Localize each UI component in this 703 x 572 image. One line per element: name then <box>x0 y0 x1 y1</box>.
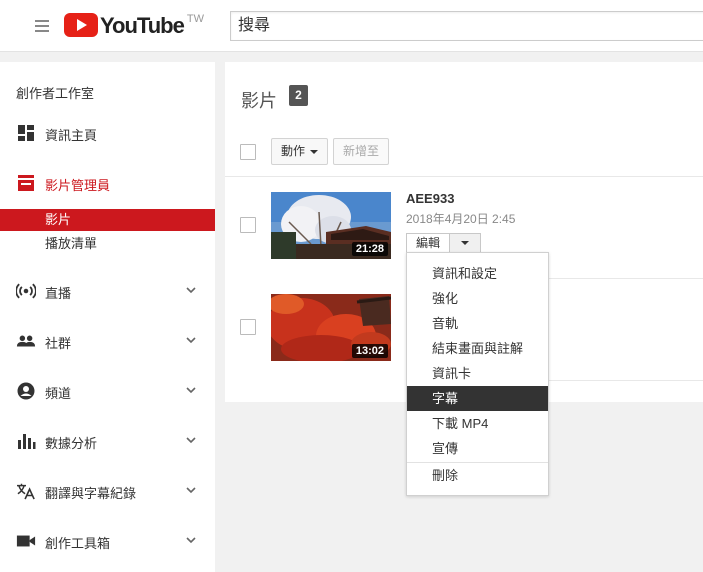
actions-button-label: 動作 <box>281 144 306 158</box>
analytics-icon <box>18 434 36 449</box>
video-duration: 21:28 <box>351 242 388 256</box>
chevron-down-icon[interactable] <box>186 335 196 345</box>
sidebar-subitem-playlists[interactable]: 播放清單 <box>0 233 215 255</box>
menu-item-enhancements[interactable]: 強化 <box>407 286 548 311</box>
sidebar-item-label: 頻道 <box>45 386 72 401</box>
studio-title[interactable]: 創作者工作室 <box>16 83 94 102</box>
menu-item-delete[interactable]: 刪除 <box>407 463 548 488</box>
video-title[interactable]: AEE933 <box>406 191 454 206</box>
play-logo-icon <box>64 13 98 37</box>
caret-down-icon <box>461 241 470 245</box>
logo-region: TW <box>186 13 204 25</box>
sidebar-item-label: 數據分析 <box>45 436 98 451</box>
sidebar-item-create[interactable]: 創作工具箱 <box>0 529 215 553</box>
sidebar-item-label: 創作工具箱 <box>45 536 111 551</box>
sidebar-item-label: 社群 <box>45 336 72 351</box>
search-input[interactable]: 搜尋 <box>230 11 703 41</box>
chevron-down-icon[interactable] <box>186 385 196 395</box>
page-title: 影片 <box>241 91 277 111</box>
video-thumbnail[interactable]: 13:02 <box>271 294 391 361</box>
menu-item-subtitles[interactable]: 字幕 <box>407 386 548 411</box>
chevron-down-icon[interactable] <box>186 485 196 495</box>
menu-item-cards[interactable]: 資訊卡 <box>407 361 548 386</box>
sidebar-item-label: 影片管理員 <box>45 178 111 193</box>
menu-item-info-settings[interactable]: 資訊和設定 <box>407 261 548 286</box>
sidebar-item-channel[interactable]: 頻道 <box>0 379 215 403</box>
live-icon <box>16 283 36 299</box>
chevron-down-icon[interactable] <box>186 535 196 545</box>
actions-button[interactable]: 動作 <box>271 138 329 165</box>
add-to-button[interactable]: 新增至 <box>333 138 390 165</box>
video-count-badge: 2 <box>289 85 308 106</box>
edit-dropdown-menu: 資訊和設定 強化 音軌 結束畫面與註解 資訊卡 字幕 下載 MP4 宣傳 刪除 <box>406 252 549 496</box>
channel-icon <box>17 382 35 400</box>
menu-item-end-screen-annotations[interactable]: 結束畫面與註解 <box>407 336 548 361</box>
logo-text: YouTube <box>100 13 185 38</box>
divider <box>225 176 703 177</box>
edit-button-group: 編輯 <box>406 233 482 253</box>
video-row-checkbox[interactable] <box>240 319 256 335</box>
sidebar-item-translations[interactable]: 翻譯與字幕紀錄 <box>0 479 215 503</box>
select-all-checkbox[interactable] <box>240 144 256 160</box>
menu-icon[interactable] <box>35 20 49 32</box>
sidebar-item-community[interactable]: 社群 <box>0 329 215 353</box>
community-icon <box>16 335 36 347</box>
dashboard-icon <box>18 125 34 141</box>
video-row-checkbox[interactable] <box>240 217 256 233</box>
sidebar-item-analytics[interactable]: 數據分析 <box>0 429 215 453</box>
sidebar: 創作者工作室 資訊主頁 影片管理員 影片 播放清單 直播 社群 頻道 數據分析 … <box>0 62 215 572</box>
edit-button[interactable]: 編輯 <box>406 233 451 253</box>
sidebar-item-video-manager[interactable]: 影片管理員 <box>0 171 215 195</box>
video-camera-icon <box>16 535 36 547</box>
caret-down-icon <box>310 149 319 154</box>
chevron-down-icon[interactable] <box>186 285 196 295</box>
edit-dropdown-toggle[interactable] <box>450 233 482 253</box>
sidebar-item-label: 翻譯與字幕紀錄 <box>45 486 137 501</box>
video-duration: 13:02 <box>351 344 388 358</box>
sidebar-subitem-videos[interactable]: 影片 <box>0 209 215 231</box>
video-date: 2018年4月20日 2:45 <box>406 212 516 226</box>
video-manager-icon <box>18 175 34 191</box>
youtube-logo[interactable]: YouTube TW <box>64 13 204 39</box>
video-thumbnail[interactable]: 21:28 <box>271 192 391 259</box>
menu-item-download-mp4[interactable]: 下載 MP4 <box>407 411 548 436</box>
sidebar-item-label: 資訊主頁 <box>45 128 98 143</box>
chevron-down-icon[interactable] <box>186 435 196 445</box>
translate-icon <box>17 483 35 500</box>
top-bar: YouTube TW 搜尋 <box>0 0 703 52</box>
sidebar-item-dashboard[interactable]: 資訊主頁 <box>0 121 215 145</box>
sidebar-item-label: 直播 <box>45 286 72 301</box>
menu-item-audio[interactable]: 音軌 <box>407 311 548 336</box>
menu-item-promote[interactable]: 宣傳 <box>407 436 548 461</box>
sidebar-item-live[interactable]: 直播 <box>0 279 215 303</box>
